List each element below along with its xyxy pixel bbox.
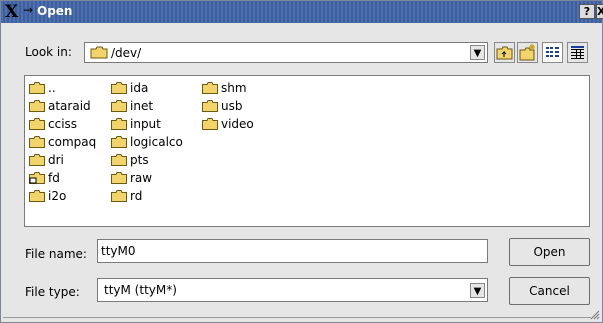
bottom-edge — [3, 317, 591, 323]
folder-icon — [202, 100, 218, 112]
file-name: i2o — [48, 189, 67, 203]
list-view-button[interactable] — [542, 42, 563, 63]
list-item[interactable]: usb — [202, 98, 242, 114]
file-name-label: File name: — [25, 247, 87, 261]
chevron-down-icon[interactable]: ▼ — [470, 45, 485, 60]
current-path: /dev/ — [111, 46, 142, 60]
look-in-label: Look in: — [25, 45, 72, 59]
list-item[interactable]: video — [202, 116, 254, 132]
list-item[interactable]: pts — [111, 152, 149, 168]
file-name: .. — [48, 81, 56, 95]
window-title: Open — [37, 4, 73, 18]
file-name: shm — [221, 81, 247, 95]
list-item[interactable]: i2o — [29, 188, 66, 204]
folder-icon — [111, 172, 127, 184]
help-button[interactable]: ? — [579, 4, 595, 19]
file-name: input — [130, 117, 161, 131]
detail-view-icon — [571, 46, 584, 59]
folder-icon — [90, 46, 108, 59]
list-view-icon — [546, 47, 559, 57]
open-dialog: X → Open ? X Look in: /dev/ ▼ — [0, 0, 603, 323]
close-button[interactable]: X — [596, 4, 603, 19]
folder-up-icon — [496, 46, 513, 60]
file-name: pts — [130, 153, 149, 167]
list-item[interactable]: compaq — [29, 134, 96, 150]
folder-icon — [111, 190, 127, 202]
list-item[interactable]: rd — [111, 188, 142, 204]
titlebar-arrow-icon: → — [23, 3, 34, 17]
resize-grip-icon[interactable] — [590, 310, 600, 320]
file-name-input[interactable]: ttyM0 — [97, 239, 488, 263]
cancel-button[interactable]: Cancel — [509, 277, 590, 305]
folder-link-icon — [29, 172, 45, 184]
folder-icon — [111, 100, 127, 112]
look-in-combo[interactable]: /dev/ ▼ — [84, 42, 488, 63]
parent-directory-button[interactable] — [494, 42, 515, 63]
folder-icon — [111, 154, 127, 166]
file-type-combo[interactable]: ttyM (ttyM*) ▼ — [97, 278, 488, 302]
new-folder-icon — [519, 44, 535, 61]
x-logo-icon: X — [5, 2, 19, 22]
folder-icon — [111, 136, 127, 148]
list-item[interactable]: .. — [29, 80, 56, 96]
file-name: ida — [130, 81, 149, 95]
folder-icon — [202, 118, 218, 130]
list-item[interactable]: ataraid — [29, 98, 91, 114]
list-item[interactable]: logicalco — [111, 134, 183, 150]
file-name: ataraid — [48, 99, 91, 113]
file-name: usb — [221, 99, 243, 113]
file-name: compaq — [48, 135, 97, 149]
detail-view-button[interactable] — [567, 42, 588, 63]
file-name: fd — [48, 171, 60, 185]
chevron-down-icon[interactable]: ▼ — [470, 283, 485, 298]
list-item[interactable]: fd — [29, 170, 60, 186]
folder-icon — [29, 190, 45, 202]
file-name: raw — [130, 171, 153, 185]
list-item[interactable]: dri — [29, 152, 64, 168]
open-button[interactable]: Open — [509, 238, 590, 266]
folder-icon — [29, 100, 45, 112]
list-item[interactable]: shm — [202, 80, 247, 96]
titlebar[interactable]: X → Open ? X — [1, 1, 603, 23]
file-name: cciss — [48, 117, 78, 131]
file-name: logicalco — [130, 135, 183, 149]
file-name: inet — [130, 99, 154, 113]
file-name: rd — [130, 189, 143, 203]
folder-icon — [29, 118, 45, 130]
file-list[interactable]: .. ataraid cciss compaq dri fd i2o ida inet input… — [24, 75, 590, 227]
list-item[interactable]: inet — [111, 98, 153, 114]
folder-icon — [202, 82, 218, 94]
folder-icon — [29, 82, 45, 94]
folder-icon — [29, 154, 45, 166]
file-type-value: ttyM (ttyM*) — [104, 283, 177, 297]
list-item[interactable]: cciss — [29, 116, 77, 132]
file-type-label: File type: — [25, 285, 80, 299]
list-item[interactable]: input — [111, 116, 161, 132]
folder-icon — [111, 118, 127, 130]
file-name: dri — [48, 153, 64, 167]
new-folder-button[interactable] — [517, 42, 538, 63]
file-name: video — [221, 117, 254, 131]
list-item[interactable]: ida — [111, 80, 148, 96]
list-item[interactable]: raw — [111, 170, 152, 186]
folder-icon — [111, 82, 127, 94]
folder-icon — [29, 136, 45, 148]
